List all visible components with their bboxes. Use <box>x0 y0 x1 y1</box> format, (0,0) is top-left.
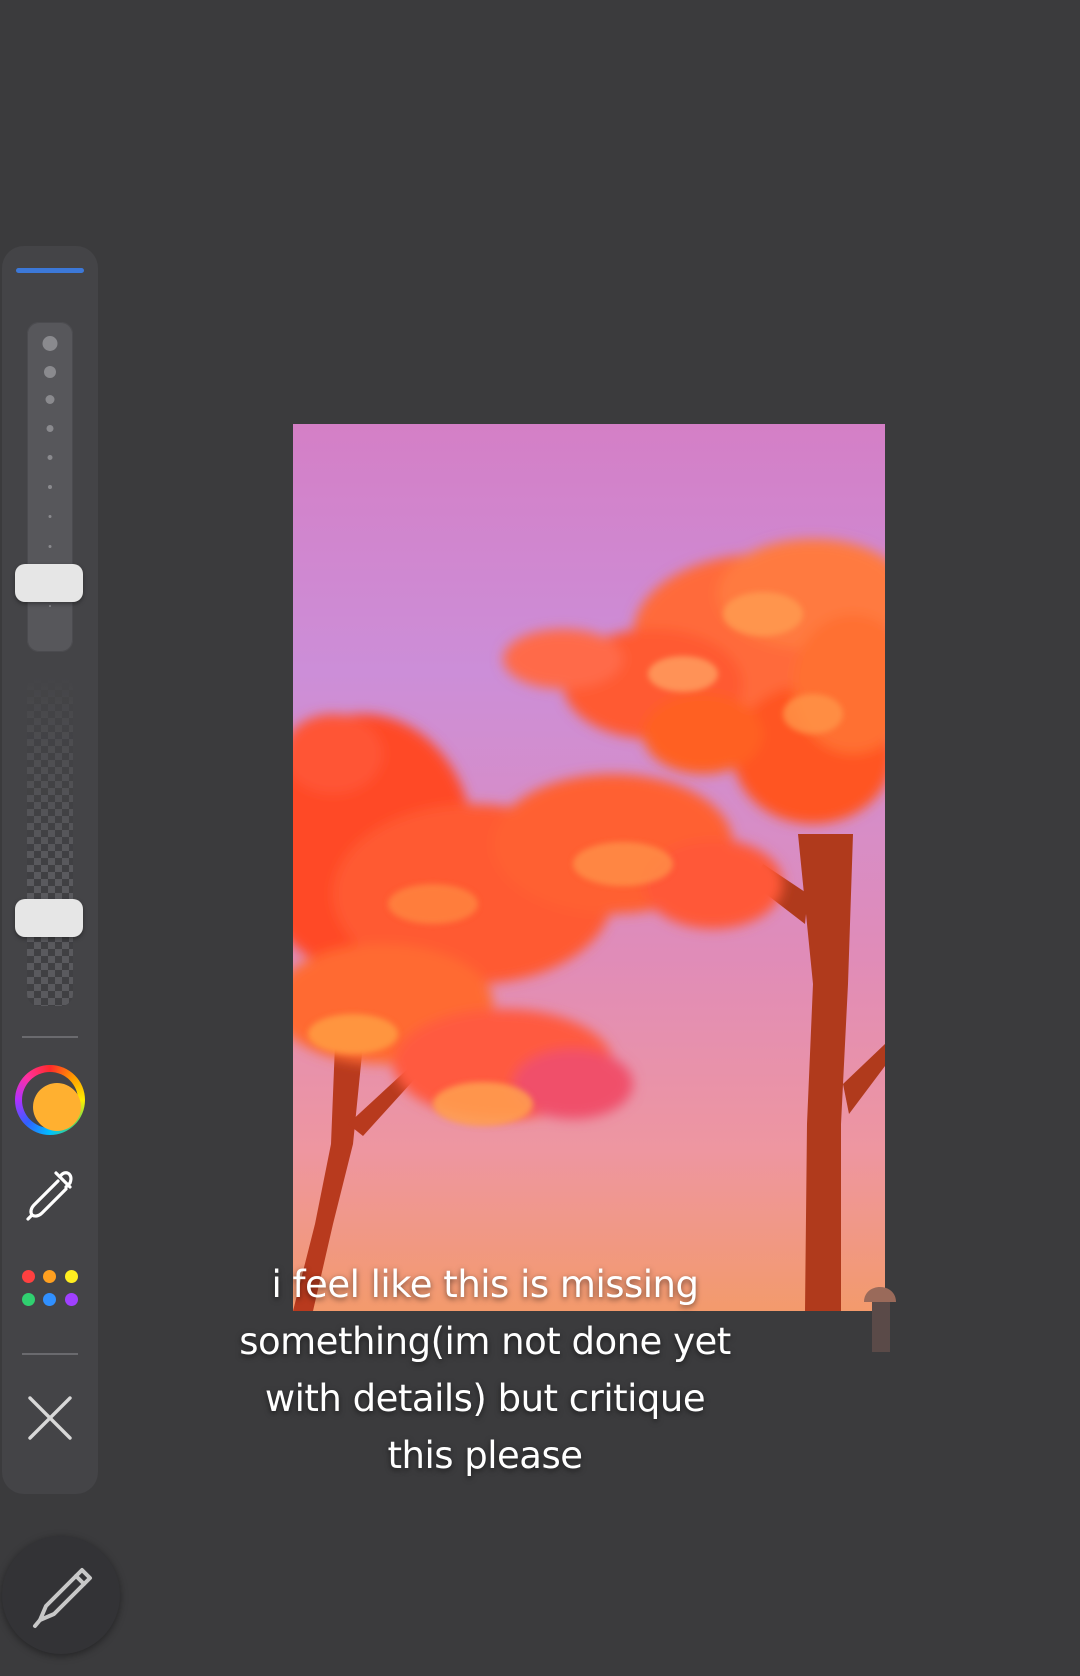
current-color-swatch <box>33 1083 81 1131</box>
brush-opacity-slider[interactable] <box>27 676 73 1006</box>
palette-dot <box>65 1270 78 1283</box>
size-marker-dot <box>47 455 53 460</box>
size-marker-dot <box>49 605 51 607</box>
palette-dot <box>65 1293 78 1306</box>
artwork-canvas[interactable] <box>293 424 885 1311</box>
drawing-app-screen: i feel like this is missing something(im… <box>0 0 1080 1676</box>
sidebar-drag-handle[interactable] <box>16 268 84 273</box>
eyedropper-icon[interactable] <box>20 1163 80 1223</box>
size-marker-dot <box>45 395 55 404</box>
size-marker-dot <box>48 545 52 548</box>
palette-dots-icon[interactable] <box>20 1266 80 1310</box>
brush-opacity-thumb[interactable] <box>15 899 83 937</box>
tool-sidebar <box>2 246 98 1494</box>
size-marker-dot <box>48 515 52 518</box>
palette-dot <box>43 1293 56 1306</box>
size-marker-dot <box>42 336 58 351</box>
sidebar-divider <box>22 1036 78 1038</box>
sidebar-divider <box>22 1353 78 1355</box>
brush-cursor-icon <box>864 1287 896 1352</box>
size-marker-dot <box>46 425 54 432</box>
palette-dot <box>22 1293 35 1306</box>
color-wheel-icon[interactable] <box>15 1065 85 1135</box>
pencil-button[interactable] <box>2 1536 120 1654</box>
close-icon[interactable] <box>20 1388 80 1448</box>
brush-size-slider[interactable] <box>27 322 73 652</box>
brush-size-thumb[interactable] <box>15 564 83 602</box>
palette-dot <box>43 1270 56 1283</box>
palette-dot <box>22 1270 35 1283</box>
pencil-icon <box>33 1568 92 1628</box>
size-marker-dot <box>48 485 52 489</box>
size-marker-dot <box>44 366 56 378</box>
caption-text: i feel like this is missing something(im… <box>239 1263 731 1477</box>
